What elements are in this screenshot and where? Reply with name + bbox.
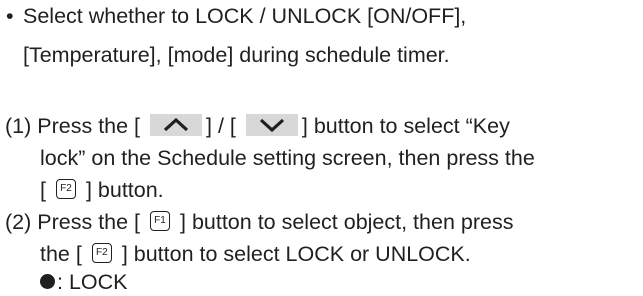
step-2-number: (2) bbox=[5, 210, 32, 234]
chevron-up-icon bbox=[163, 118, 189, 132]
f2-key: F2 bbox=[55, 179, 76, 200]
f1-key: F1 bbox=[150, 211, 171, 232]
up-arrow-key bbox=[150, 114, 203, 137]
step-1-text-b: ] / [ bbox=[206, 114, 236, 138]
step-2-line-1: (2) Press the [ F1 ] button to select ob… bbox=[5, 209, 513, 236]
step-1-line-2: lock” on the Schedule setting screen, th… bbox=[40, 146, 535, 170]
step-1-text-c: ] button to select “Key bbox=[301, 114, 510, 138]
step-2-text-b: ] button to select object, then press bbox=[180, 210, 514, 234]
step-1-text-e: ] button. bbox=[85, 178, 164, 202]
down-arrow-key bbox=[245, 114, 298, 137]
bullet-text-2: [Temperature], [mode] during schedule ti… bbox=[23, 43, 450, 67]
step-2-text-a: Press the [ bbox=[37, 210, 141, 234]
chevron-down-icon bbox=[259, 119, 284, 133]
step-2-line-2: the [ F2 ] button to select LOCK or UNLO… bbox=[40, 241, 471, 268]
lock-legend: : LOCK bbox=[40, 269, 128, 296]
step-2-text-d: ] button to select LOCK or UNLOCK. bbox=[121, 242, 471, 266]
step-1-text-d: [ bbox=[40, 178, 46, 202]
instruction-document: • Select whether to LOCK / UNLOCK [ON/OF… bbox=[0, 0, 643, 295]
step-2-text-c: the [ bbox=[40, 242, 82, 266]
f2-key: F2 bbox=[91, 243, 112, 264]
step-1-text-a: Press the [ bbox=[37, 114, 141, 138]
bullet-text-1: Select whether to LOCK / UNLOCK [ON/OFF]… bbox=[23, 4, 467, 28]
step-1-line-1: (1) Press the [ ] / [ ] button to select… bbox=[5, 113, 510, 140]
bullet-mark: • bbox=[6, 4, 14, 28]
step-1-number: (1) bbox=[5, 114, 32, 138]
lock-legend-label: : LOCK bbox=[57, 270, 128, 294]
step-1-line-3: [ F2 ] button. bbox=[40, 177, 164, 204]
filled-circle-icon bbox=[40, 273, 55, 289]
